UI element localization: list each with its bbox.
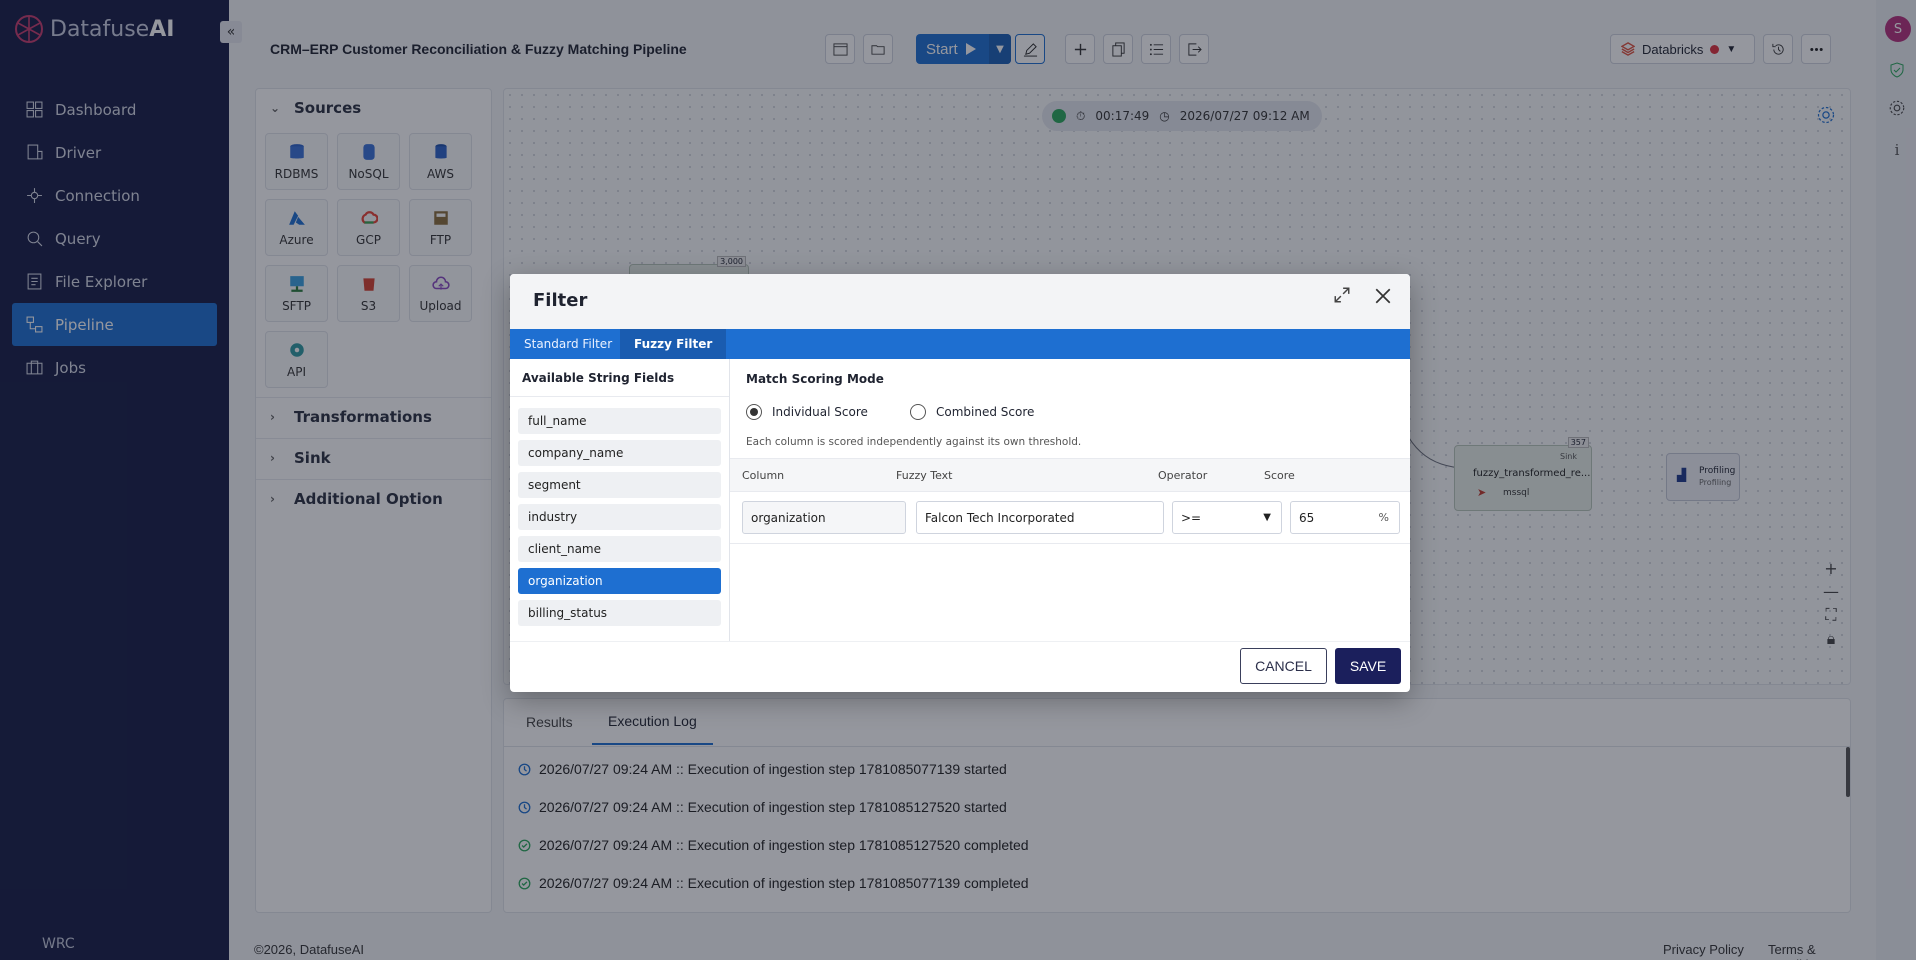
tab-fuzzy-filter[interactable]: Fuzzy Filter <box>620 329 727 359</box>
expand-button[interactable] <box>1333 286 1357 310</box>
table-row: organization Falcon Tech Incorporated >=… <box>730 492 1410 544</box>
radio-label: Combined Score <box>936 405 1035 419</box>
score-input[interactable]: 65 % <box>1290 501 1400 534</box>
field-item[interactable]: segment <box>518 472 721 498</box>
field-item-selected[interactable]: organization <box>518 568 721 594</box>
field-item[interactable]: full_name <box>518 408 721 434</box>
dialog-divider <box>510 641 1410 642</box>
tab-standard-filter[interactable]: Standard Filter <box>510 329 626 359</box>
scoring-hint: Each column is scored independently agai… <box>746 436 1082 448</box>
score-unit: % <box>1378 511 1389 524</box>
radio-combined-score[interactable]: Combined Score <box>910 404 1034 420</box>
column-name-cell: organization <box>742 501 906 534</box>
col-header-column: Column <box>742 469 785 482</box>
save-button[interactable]: SAVE <box>1335 648 1401 684</box>
close-button[interactable] <box>1374 287 1396 309</box>
close-icon <box>1375 288 1391 304</box>
field-item[interactable]: industry <box>518 504 721 530</box>
expand-icon <box>1334 287 1350 303</box>
dialog-header: Filter <box>510 274 1410 329</box>
match-scoring-panel: Match Scoring Mode Individual Score Comb… <box>730 359 1410 641</box>
field-item[interactable]: company_name <box>518 440 721 466</box>
field-item[interactable]: client_name <box>518 536 721 562</box>
cancel-button[interactable]: CANCEL <box>1240 648 1327 684</box>
col-header-operator: Operator <box>1158 469 1208 482</box>
caret-down-icon: ▼ <box>1263 512 1271 523</box>
match-scoring-title: Match Scoring Mode <box>746 372 884 386</box>
filter-dialog: Filter Standard Filter Fuzzy Filter Avai… <box>510 274 1410 692</box>
filter-tabs: Standard Filter Fuzzy Filter <box>510 329 1410 359</box>
field-item[interactable]: billing_status <box>518 600 721 626</box>
col-header-score: Score <box>1264 469 1295 482</box>
dialog-title: Filter <box>533 290 588 311</box>
radio-individual-score[interactable]: Individual Score <box>746 404 868 420</box>
radio-label: Individual Score <box>772 405 868 419</box>
available-fields-panel: Available String Fields full_name compan… <box>510 359 730 641</box>
fuzzy-text-input[interactable]: Falcon Tech Incorporated <box>916 501 1164 534</box>
fields-header: Available String Fields <box>510 359 729 397</box>
score-value: 65 <box>1299 510 1315 525</box>
operator-select[interactable]: >= ▼ <box>1172 501 1282 534</box>
criteria-table-header: Column Fuzzy Text Operator Score <box>730 458 1410 492</box>
radio-checked-icon <box>746 404 762 420</box>
col-header-fuzzy-text: Fuzzy Text <box>896 469 953 482</box>
operator-value: >= <box>1181 510 1202 525</box>
radio-unchecked-icon <box>910 404 926 420</box>
